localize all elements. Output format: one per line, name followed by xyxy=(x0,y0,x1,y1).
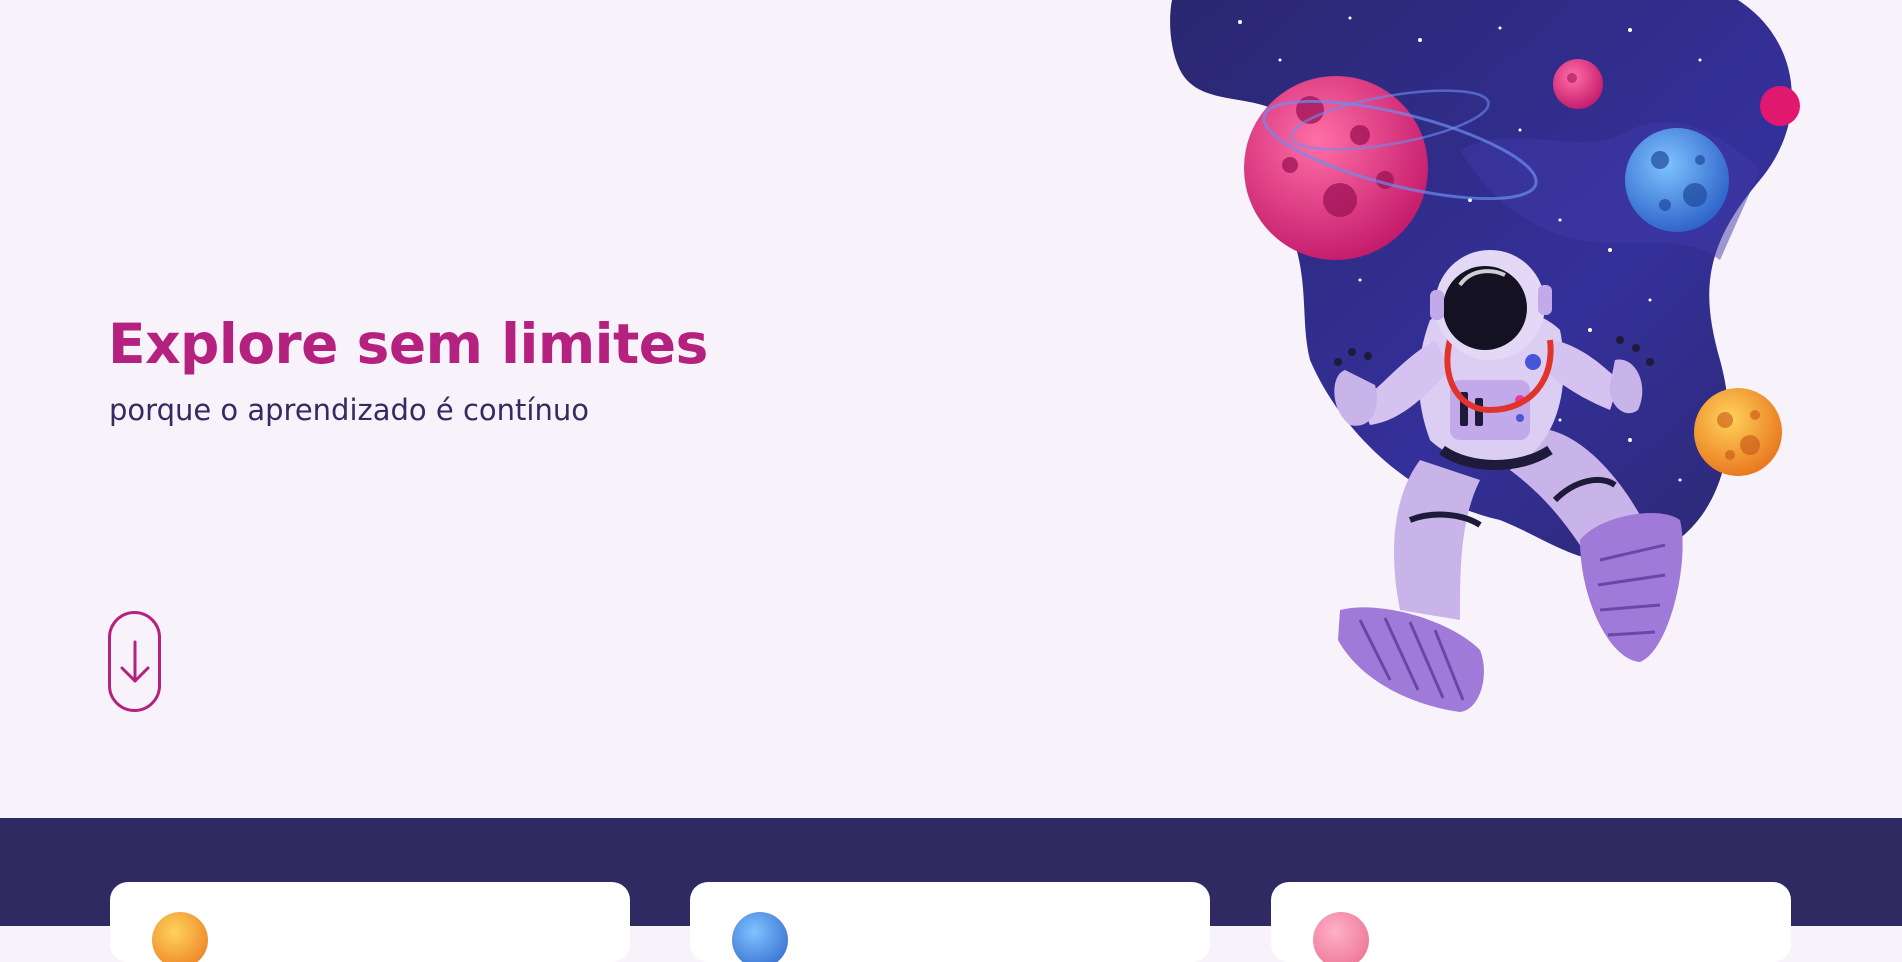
feature-card[interactable] xyxy=(690,882,1210,962)
orange-planet xyxy=(1694,388,1782,476)
blue-planet-icon xyxy=(732,912,788,962)
arrow-down-icon xyxy=(120,640,149,682)
scroll-down-button[interactable] xyxy=(108,611,161,712)
blue-planet xyxy=(1625,128,1729,232)
hero-subtitle: porque o aprendizado é contínuo xyxy=(109,393,589,427)
feature-card[interactable] xyxy=(110,882,630,962)
hero-title: Explore sem limites xyxy=(108,312,708,376)
pink-planet-icon xyxy=(1313,912,1369,962)
orange-planet-icon xyxy=(152,912,208,962)
small-pink-planet xyxy=(1553,59,1603,109)
astronaut-illustration xyxy=(1170,0,1800,712)
hero-section: Explore sem limites porque o aprendizado… xyxy=(0,0,1902,818)
feature-card[interactable] xyxy=(1271,882,1791,962)
cards-section xyxy=(0,818,1902,962)
